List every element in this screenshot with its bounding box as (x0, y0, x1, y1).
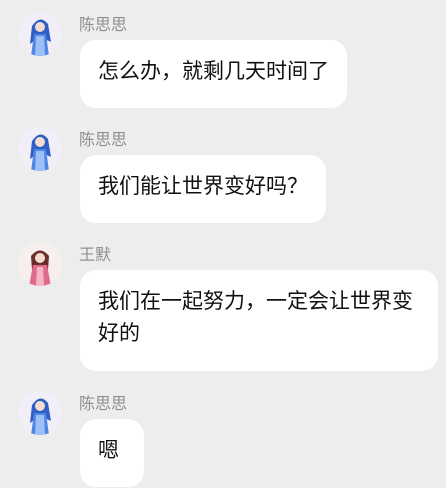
message-bubble[interactable]: 嗯 (80, 419, 144, 487)
message-bubble[interactable]: 我们能让世界变好吗？ (80, 155, 326, 223)
pink-anime-character-avatar-icon (18, 242, 62, 286)
avatar[interactable] (18, 12, 62, 56)
avatar[interactable] (18, 391, 62, 435)
avatar[interactable] (18, 242, 62, 286)
sender-name: 王默 (79, 245, 112, 264)
sender-name: 陈思思 (79, 130, 128, 149)
blue-anime-character-avatar-icon (18, 12, 62, 56)
message-bubble[interactable]: 我们在一起努力，一定会让世界变好的 (80, 270, 438, 371)
sender-name: 陈思思 (79, 394, 128, 413)
blue-anime-character-avatar-icon (18, 127, 62, 171)
sender-name: 陈思思 (79, 15, 128, 34)
message-bubble[interactable]: 怎么办，就剩几天时间了 (80, 40, 347, 108)
avatar[interactable] (18, 127, 62, 171)
blue-anime-character-avatar-icon (18, 391, 62, 435)
